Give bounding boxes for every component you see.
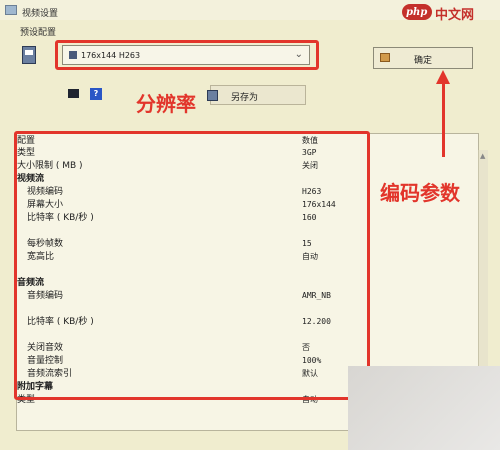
encoding-annotation: 编码参数 <box>380 181 460 205</box>
highlight-box-preset <box>55 40 319 70</box>
window-icon <box>5 5 17 15</box>
save-icon <box>207 90 218 101</box>
annotation-arrow-line <box>442 82 445 157</box>
arrow-up-icon <box>436 70 450 84</box>
window-title: 视频设置 <box>22 9 59 19</box>
device-icon <box>22 46 36 64</box>
help-icon[interactable]: ? <box>90 88 102 100</box>
watermark-text: 中文网 <box>435 8 475 23</box>
ok-button[interactable]: 确定 <box>373 47 473 69</box>
watermark-logo-text: php <box>406 7 428 18</box>
watermark-logo: php <box>402 4 432 20</box>
watermark: php 中文网 <box>402 3 494 23</box>
film-icon[interactable] <box>68 89 79 98</box>
scroll-up-icon[interactable]: ▲ <box>480 152 485 160</box>
save-as-label: 另存为 <box>231 93 259 103</box>
resolution-annotation: 分辨率 <box>136 92 196 116</box>
preset-label: 预设配置 <box>20 28 57 38</box>
highlight-box-table <box>14 131 370 400</box>
save-as-button[interactable]: 另存为 <box>207 85 306 105</box>
ok-button-label: 确定 <box>413 56 432 66</box>
blurred-region <box>348 366 500 450</box>
